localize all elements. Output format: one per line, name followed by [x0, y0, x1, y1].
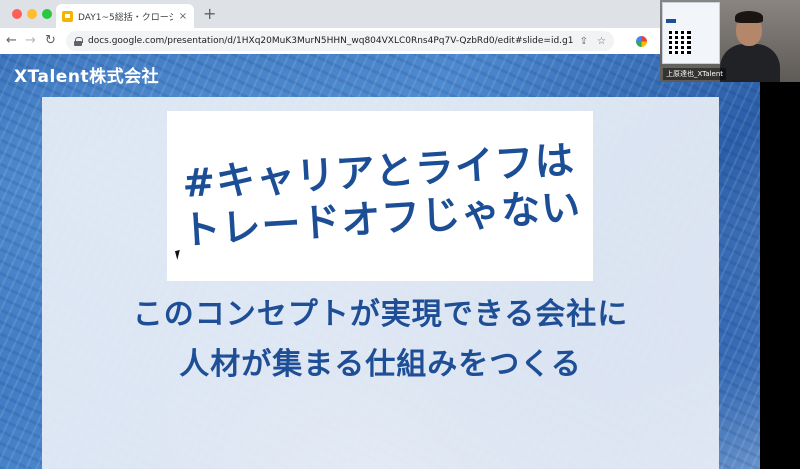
qr-code-icon	[669, 30, 691, 54]
wall-poster	[662, 2, 720, 64]
tab-close-icon[interactable]: ×	[178, 11, 188, 22]
forward-arrow-icon[interactable]: →	[25, 32, 36, 50]
share-icon[interactable]: ⇪	[580, 36, 588, 47]
tab-title: DAY1~5総括・クロージング：3/1	[78, 12, 173, 23]
minimize-window-button[interactable]	[27, 9, 37, 19]
close-window-button[interactable]	[12, 9, 22, 19]
participant-body	[720, 44, 780, 82]
tab-slides[interactable]: DAY1~5総括・クロージング：3/1 ×	[56, 4, 194, 28]
participant-video-tile[interactable]: 上原達也_XTalent	[660, 0, 800, 82]
tab-bar: DAY1~5総括・クロージング：3/1 × +	[0, 0, 660, 28]
hashtag-card: #キャリアとライフは トレードオフじゃない	[167, 111, 593, 281]
slides-favicon-icon	[62, 10, 73, 22]
concept-text: このコンセプトが実現できる会社に 人材が集まる仕組みをつくる	[42, 290, 719, 390]
lock-icon[interactable]	[74, 36, 83, 46]
participant-name-label: 上原達也_XTalent	[663, 68, 727, 80]
maximize-window-button[interactable]	[42, 9, 52, 19]
concept-line-1: このコンセプトが実現できる会社に	[132, 297, 629, 332]
url-text[interactable]: docs.google.com/presentation/d/1HXq20MuK…	[88, 36, 574, 46]
extension-icon[interactable]	[636, 36, 647, 47]
address-bar[interactable]: docs.google.com/presentation/d/1HXq20MuK…	[66, 31, 614, 51]
bookmark-star-icon[interactable]: ☆	[597, 36, 606, 47]
presentation-viewport: XTalent株式会社 #キャリアとライフは トレードオフじゃない このコンセプ…	[0, 54, 760, 469]
browser-toolbar: ← → ↻ docs.google.com/presentation/d/1HX…	[0, 28, 660, 54]
video-sidebar	[760, 54, 800, 469]
hashtag-text: #キャリアとライフは トレードオフじゃない	[162, 98, 598, 294]
omnibox-actions: ⇪ ☆	[580, 36, 606, 47]
participant-hair	[735, 11, 763, 23]
poster-badge	[666, 19, 676, 23]
company-logo-text: XTalent株式会社	[14, 67, 160, 87]
browser-chrome: DAY1~5総括・クロージング：3/1 × + ← → ↻ docs.googl…	[0, 0, 660, 54]
back-arrow-icon[interactable]: ←	[6, 32, 17, 50]
reload-icon[interactable]: ↻	[45, 32, 56, 50]
new-tab-button[interactable]: +	[203, 5, 216, 23]
slide-panel: #キャリアとライフは トレードオフじゃない このコンセプトが実現できる会社に 人…	[42, 97, 719, 469]
concept-line-2: 人材が集まる仕組みをつくる	[179, 347, 582, 382]
